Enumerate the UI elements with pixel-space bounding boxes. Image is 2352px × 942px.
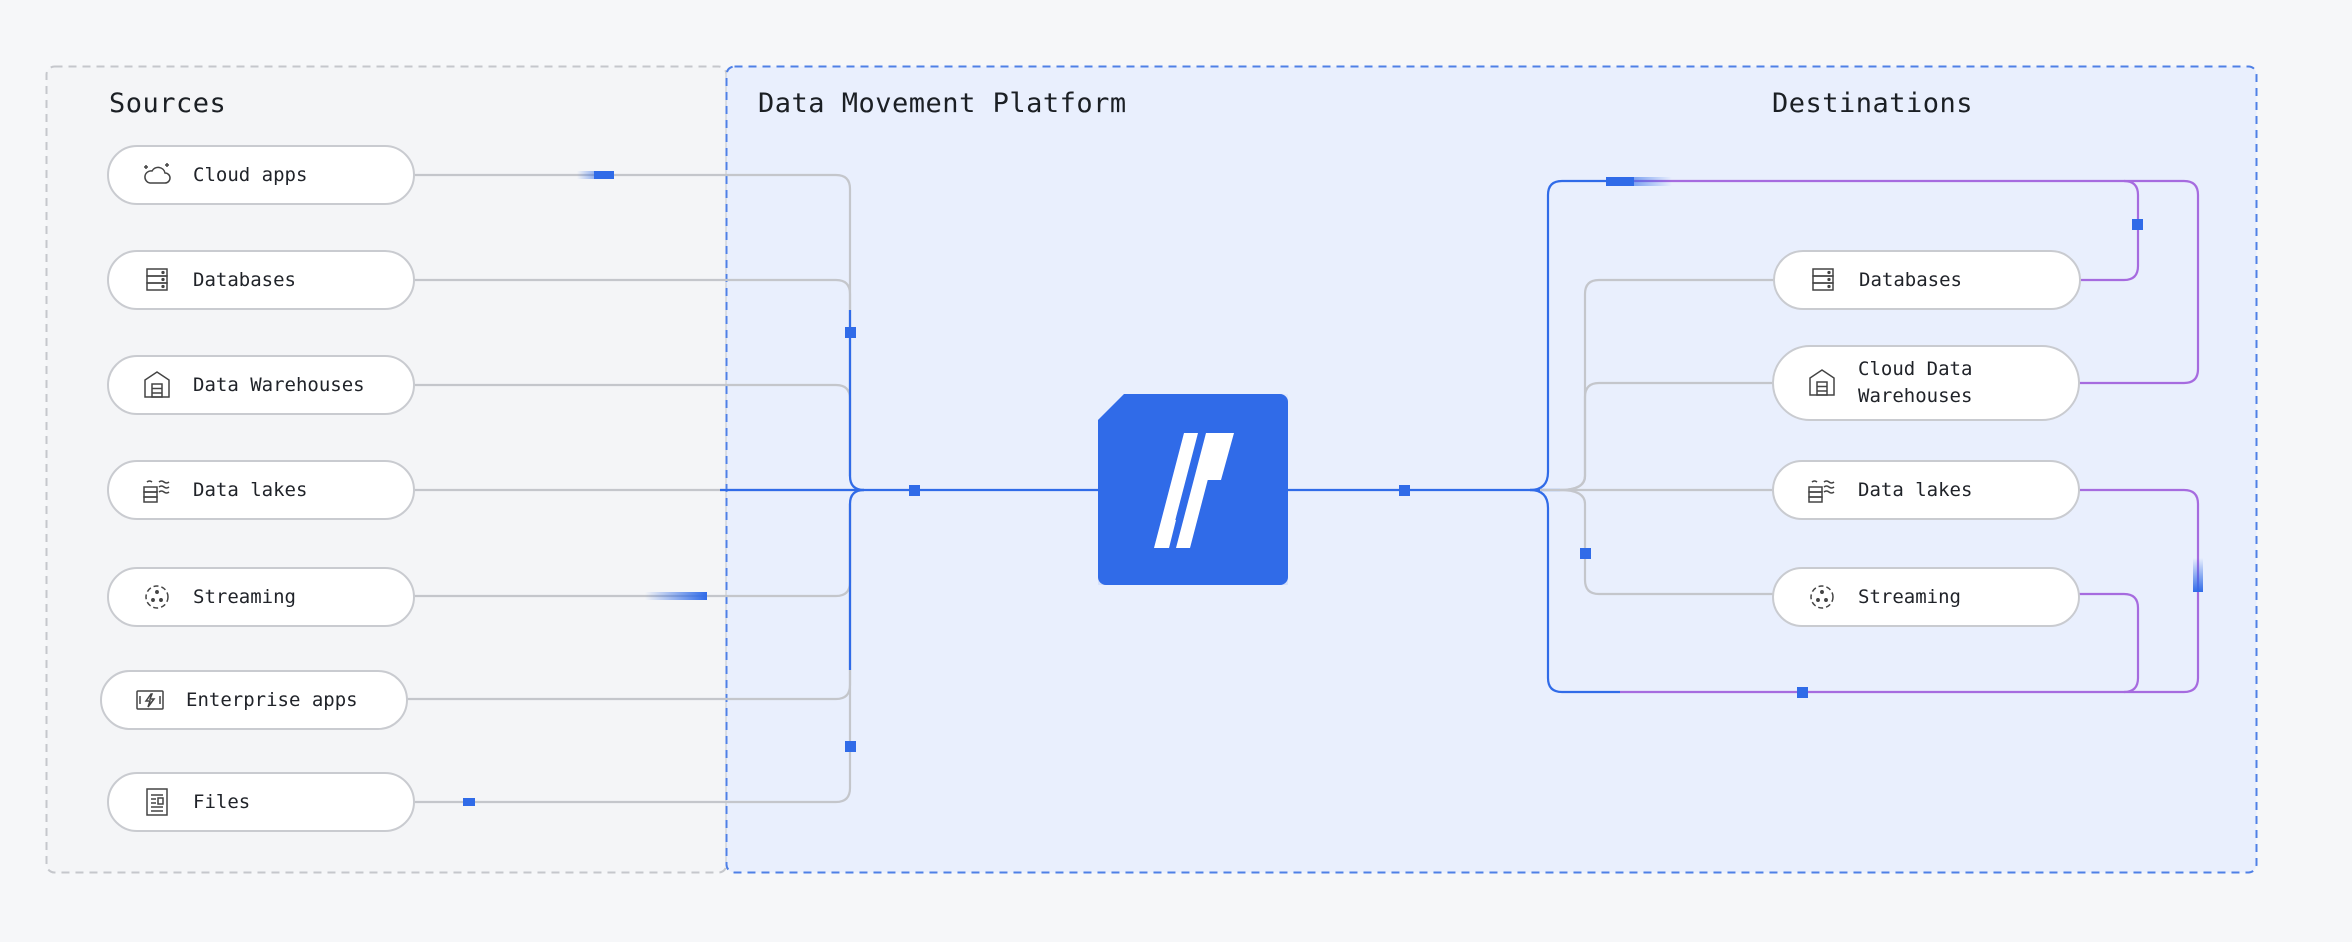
source-cloud-apps[interactable]: Cloud apps [107,145,415,205]
source-data-warehouses[interactable]: Data Warehouses [107,355,415,415]
destinations-heading: Destinations [1772,88,1974,119]
source-label: Data lakes [193,478,308,501]
source-files[interactable]: Files [107,772,415,832]
destination-label: Data lakes [1858,478,1973,501]
cloud-icon [141,159,173,191]
source-label: Files [193,790,251,813]
source-label: Streaming [193,585,296,608]
data-lake-icon [141,474,173,506]
warehouse-icon [1806,367,1838,399]
streaming-icon [141,581,173,613]
database-icon [141,264,173,296]
enterprise-app-icon [134,684,166,716]
source-enterprise-apps[interactable]: Enterprise apps [100,670,408,730]
source-streaming[interactable]: Streaming [107,567,415,627]
source-label: Data Warehouses [193,373,365,396]
database-icon [1807,264,1839,296]
destination-streaming[interactable]: Streaming [1772,567,2080,627]
data-lake-icon [1806,474,1838,506]
logo-mark-icon [1154,433,1234,548]
platform-heading: Data Movement Platform [758,88,1127,119]
streaming-icon [1806,581,1838,613]
file-icon [141,786,173,818]
source-data-lakes[interactable]: Data lakes [107,460,415,520]
source-label: Databases [193,268,296,291]
destination-label: Cloud Data Warehouses [1858,358,1973,407]
destination-label: Databases [1859,268,1962,291]
platform-logo[interactable] [1098,394,1288,585]
source-databases[interactable]: Databases [107,250,415,310]
source-label: Cloud apps [193,163,308,186]
destination-label: Streaming [1858,585,1961,608]
source-label: Enterprise apps [186,688,358,711]
diagram: Sources Data Movement Platform Destinati… [0,0,2352,942]
destination-data-lakes[interactable]: Data lakes [1772,460,2080,520]
destination-databases[interactable]: Databases [1773,250,2081,310]
sources-heading: Sources [109,88,227,119]
destination-cloud-data-warehouses[interactable]: Cloud Data Warehouses [1772,345,2080,421]
warehouse-icon [141,369,173,401]
